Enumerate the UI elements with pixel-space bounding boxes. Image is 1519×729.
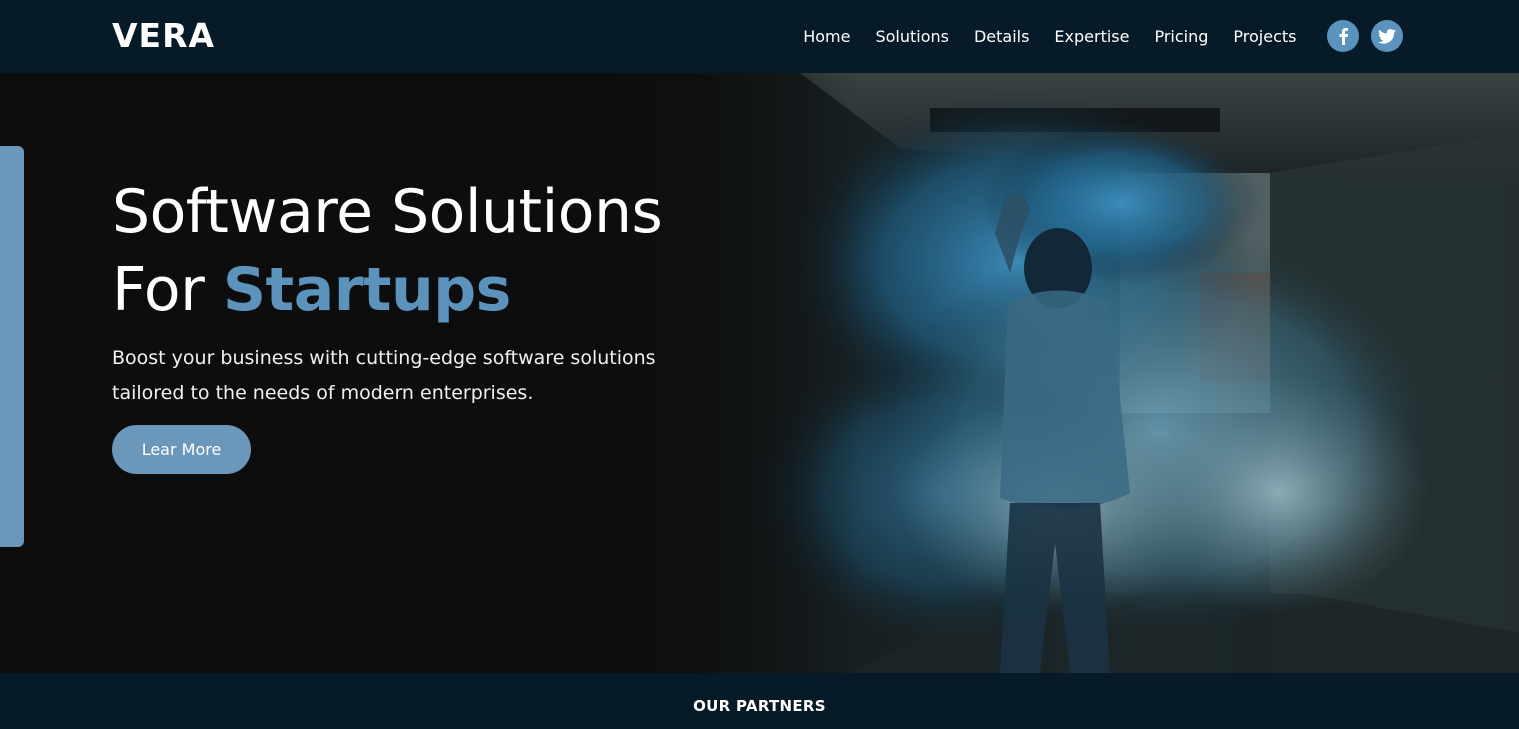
hero-title-prefix: For bbox=[112, 255, 223, 325]
twitter-icon bbox=[1378, 28, 1396, 44]
brand-logo[interactable]: VERA bbox=[112, 17, 215, 55]
hero-title-line1: Software Solutions bbox=[112, 177, 663, 247]
nav-link-home[interactable]: Home bbox=[791, 27, 863, 46]
hero-section: Software Solutions For Startups Boost yo… bbox=[0, 73, 1519, 673]
nav-link-details[interactable]: Details bbox=[961, 27, 1041, 46]
nav-links: Home Solutions Details Expertise Pricing… bbox=[791, 0, 1309, 73]
nav-link-projects[interactable]: Projects bbox=[1221, 27, 1309, 46]
facebook-icon bbox=[1339, 28, 1348, 45]
hero-subtitle: Boost your business with cutting-edge so… bbox=[112, 347, 656, 404]
nav-link-solutions[interactable]: Solutions bbox=[863, 27, 962, 46]
top-navbar: VERA Home Solutions Details Expertise Pr… bbox=[0, 0, 1519, 73]
partners-section: OUR PARTNERS bbox=[0, 673, 1519, 729]
side-accent-bar bbox=[0, 146, 24, 547]
learn-more-button[interactable]: Lear More bbox=[112, 425, 251, 474]
hero-title-accent: Startups bbox=[222, 255, 512, 325]
partners-title: OUR PARTNERS bbox=[693, 697, 826, 715]
logo-text[interactable]: VERA bbox=[112, 17, 215, 55]
hero-title: Software Solutions For Startups bbox=[112, 173, 752, 329]
nav-link-expertise[interactable]: Expertise bbox=[1042, 27, 1142, 46]
nav-link-pricing[interactable]: Pricing bbox=[1142, 27, 1221, 46]
facebook-button[interactable] bbox=[1327, 20, 1359, 52]
twitter-button[interactable] bbox=[1371, 20, 1403, 52]
